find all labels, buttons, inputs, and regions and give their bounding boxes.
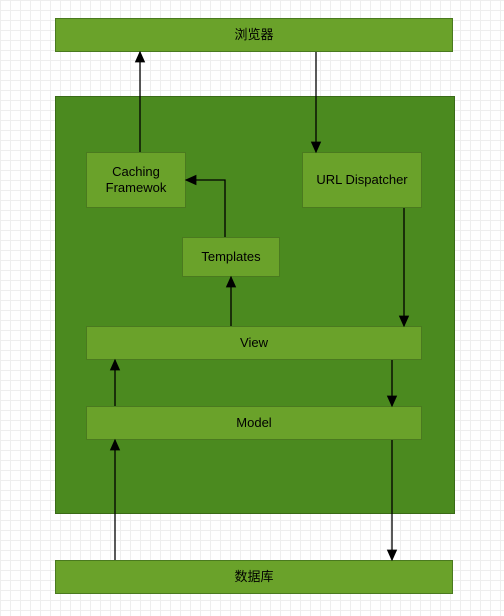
arrows-layer — [0, 0, 504, 616]
arrow-templates-to-caching — [186, 180, 225, 237]
